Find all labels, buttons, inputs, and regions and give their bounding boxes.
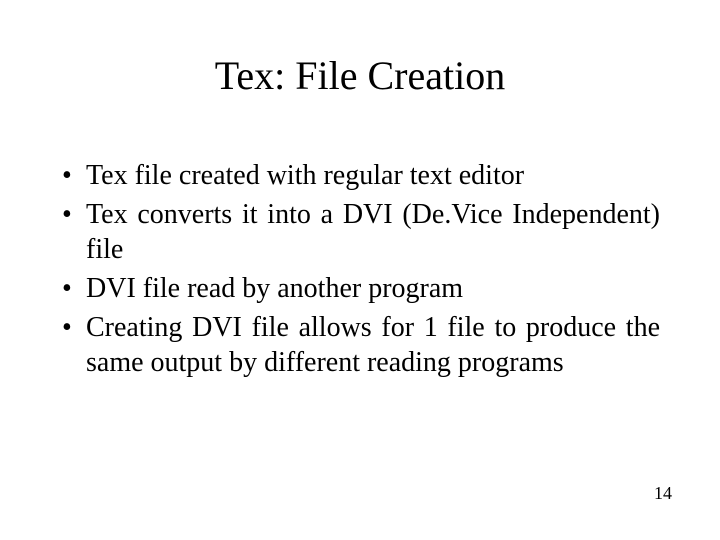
list-item: Tex file created with regular text edito…	[60, 158, 660, 193]
slide-title: Tex: File Creation	[0, 52, 720, 99]
list-item: Tex converts it into a DVI (De.Vice Inde…	[60, 197, 660, 267]
list-item: Creating DVI file allows for 1 file to p…	[60, 310, 660, 380]
slide-body: Tex file created with regular text edito…	[60, 158, 660, 384]
list-item: DVI file read by another program	[60, 271, 660, 306]
bullet-list: Tex file created with regular text edito…	[60, 158, 660, 380]
slide: Tex: File Creation Tex file created with…	[0, 0, 720, 540]
page-number: 14	[654, 483, 672, 504]
